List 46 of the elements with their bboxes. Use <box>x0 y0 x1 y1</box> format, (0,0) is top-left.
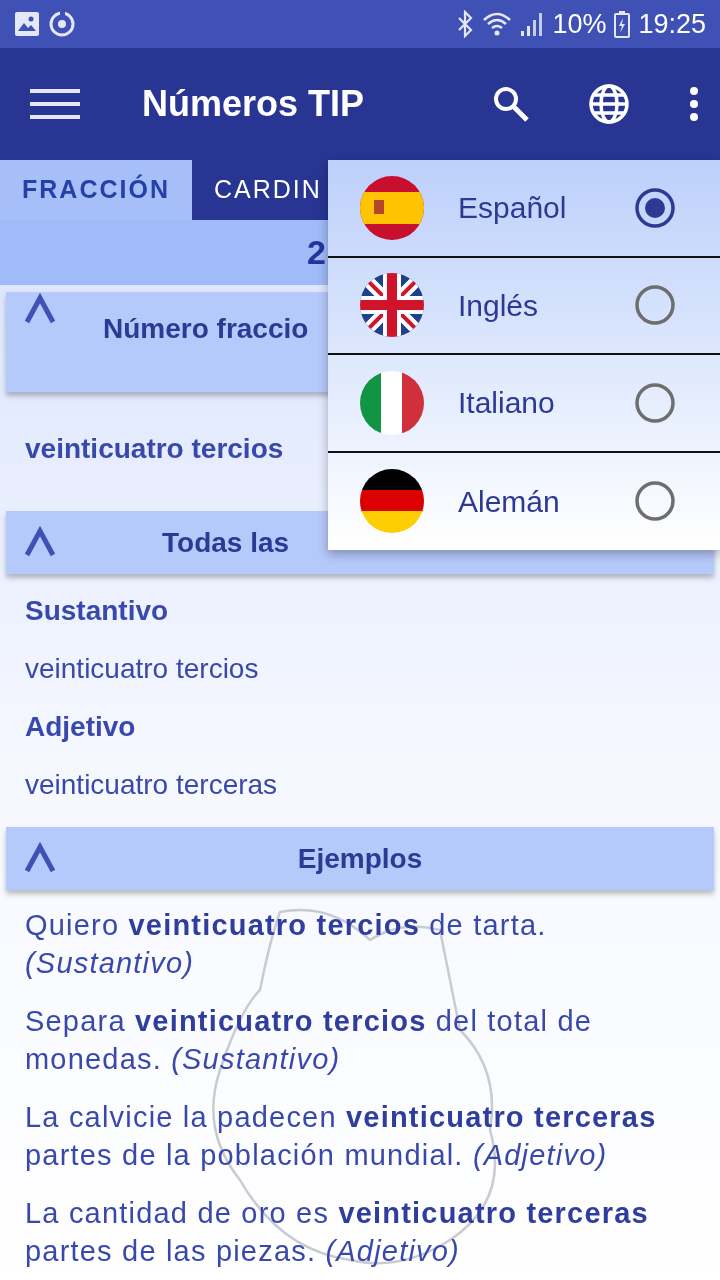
section-title: Ejemplos <box>296 841 424 876</box>
flag-icon <box>360 469 424 534</box>
word-type-label: Adjetivo <box>25 710 136 744</box>
more-icon <box>688 86 700 122</box>
radio-icon[interactable] <box>634 284 676 327</box>
result-text: veinticuatro tercios <box>25 432 284 466</box>
clock: 19:25 <box>638 7 706 41</box>
fraction-number: 2 <box>306 232 326 273</box>
sync-icon <box>48 10 76 38</box>
section-title: Todas las <box>162 525 290 560</box>
language-label: Español <box>458 190 568 227</box>
section-header[interactable]: Ejemplos <box>6 827 714 890</box>
word-form-text: veinticuatro tercios <box>25 652 259 686</box>
image-icon <box>14 11 40 37</box>
word-type-label: Sustantivo <box>25 594 169 628</box>
wifi-icon <box>482 11 513 37</box>
radio-selected-icon[interactable] <box>634 186 676 229</box>
radio-icon[interactable] <box>634 480 676 523</box>
example-sentence: La cantidad de oro es veinticuatro terceras partes de las piezas. (Adjetivo) <box>25 1196 650 1269</box>
battery-icon <box>614 10 631 38</box>
language-button[interactable] <box>588 83 630 125</box>
search-button[interactable] <box>492 85 530 123</box>
language-label: Inglés <box>458 287 540 324</box>
menu-button[interactable] <box>30 86 80 122</box>
flag-icon <box>360 370 424 435</box>
radio-icon[interactable] <box>634 381 676 424</box>
globe-icon <box>588 83 630 125</box>
search-icon <box>492 85 530 123</box>
example-sentence: Quiero veinticuatro tercios de tarta. (Sustantivo) <box>25 908 548 981</box>
app-title: Números TIP <box>142 82 365 126</box>
language-option[interactable]: Alemán <box>328 452 720 550</box>
tab[interactable]: FRACCIÓN <box>0 160 192 220</box>
language-option[interactable]: Inglés <box>328 257 720 355</box>
language-option[interactable]: Italiano <box>328 355 720 453</box>
bluetooth-icon <box>456 10 475 38</box>
language-option[interactable]: Español <box>328 160 720 258</box>
menu-icon <box>30 86 80 122</box>
language-label: Alemán <box>458 483 561 520</box>
word-form-text: veinticuatro terceras <box>25 768 278 802</box>
example-sentence: La calvicie la padecen veinticuatro terceras partes de la población mundial. (Adjetivo) <box>25 1100 658 1173</box>
section-title: Número fraccio <box>103 312 309 346</box>
signal-icon <box>520 11 545 37</box>
more-options-button[interactable] <box>688 86 700 122</box>
example-sentence: Separa veinticuatro tercios del total de monedas. (Sustantivo) <box>25 1004 594 1077</box>
battery-level: 10% <box>552 7 607 41</box>
language-label: Italiano <box>458 385 556 422</box>
